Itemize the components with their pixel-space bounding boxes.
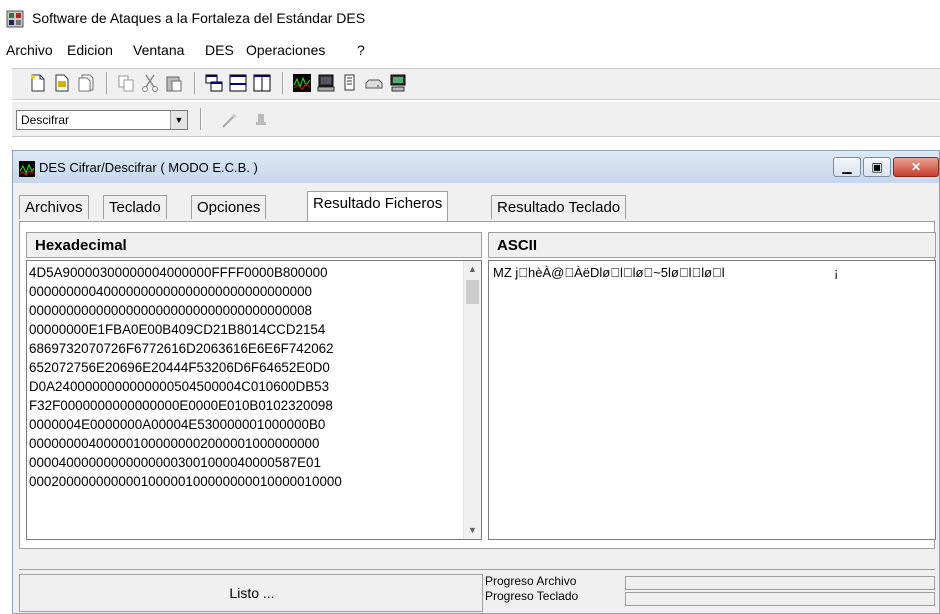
hex-line: 4D5A90000300000004000000FFFF0000B800000 [29,265,328,280]
hex-line: 00000000E1FBA0E00B409CD21B8014CCD2154 [29,322,326,337]
paste-icon[interactable] [164,73,184,93]
hex-line: 00000000000000000000000000000000000008 [29,303,312,318]
menu-operaciones[interactable]: Operaciones [246,42,325,58]
des-icon[interactable] [292,73,312,93]
scrollbar-thumb[interactable] [466,280,479,304]
toolbar-separator [282,72,284,94]
ascii-text: MZ j hèÀ@ ÀëDlø l lø ~5lø l lø l [493,265,725,280]
menu-edicion[interactable]: Edicion [67,42,113,58]
menu-bar: Archivo Edicion Ventana DES Operaciones … [0,40,940,62]
status-message-panel: Listo ... [19,574,483,612]
toolbar-separator [194,72,196,94]
tile-vertical-icon[interactable] [252,73,272,93]
menu-archivo[interactable]: Archivo [6,42,53,58]
hex-line: 6869732070726F6772616D2063616E6E6F742062 [29,341,334,356]
document-icon[interactable] [340,73,360,93]
progress-labels: Progreso Archivo Progreso Teclado [485,574,578,604]
hex-line: 0000004E0000000A00004E530000001000000B0 [29,417,326,432]
progress-teclado-bar [625,592,935,606]
hex-line: F32F0000000000000000E0000E010B0102320098 [29,398,333,413]
window-titlebar[interactable]: DES Cifrar/Descifrar ( MODO E.C.B. ) ▁ ▣… [13,151,939,183]
progress-teclado-label: Progreso Teclado [485,589,579,603]
hex-line: 652072756E20696E20444F53206D6F64652E0D0 [29,360,330,375]
tab-opciones[interactable]: Opciones [191,195,267,219]
app-icon [6,10,24,28]
minimize-button[interactable]: ▁ [833,157,861,177]
hex-line: 000040000000000000003001000040000587E01 [29,455,321,470]
stamp-icon[interactable] [252,110,272,130]
hex-textarea[interactable]: 4D5A90000300000004000000FFFF0000B800000 … [26,260,482,540]
hex-scrollbar[interactable]: ▲ ▼ [463,261,481,539]
toolbar-separator [106,72,108,94]
maximize-button[interactable]: ▣ [863,157,891,177]
tab-resultado-teclado[interactable]: Resultado Teclado [491,195,627,219]
progress-archivo-bar [625,576,935,590]
status-bar: Listo ... Progreso Archivo Progreso Tecl… [19,569,935,614]
mode-select-value: Descifrar [21,113,70,127]
cascade-icon[interactable] [204,73,224,93]
hex-line: 0002000000000001000001000000000100000100… [29,474,342,489]
wand-icon[interactable] [220,110,240,130]
cut-icon[interactable] [140,73,160,93]
tab-teclado[interactable]: Teclado [103,195,167,219]
hex-header: Hexadecimal [26,232,482,258]
app-title: Software de Ataques a la Fortaleza del E… [32,10,366,26]
chevron-down-icon[interactable]: ▼ [170,111,187,129]
main-toolbar [12,68,940,100]
des-window: DES Cifrar/Descifrar ( MODO E.C.B. ) ▁ ▣… [12,150,940,614]
status-message: Listo ... [229,585,275,601]
computer-icon[interactable] [388,73,408,93]
new-icon[interactable] [28,73,48,93]
minimize-icon: ▁ [842,160,852,174]
open-icon[interactable] [52,73,72,93]
tab-resultado-ficheros[interactable]: Resultado Ficheros [307,191,449,221]
monitor-icon[interactable] [316,73,336,93]
window-title: DES Cifrar/Descifrar ( MODO E.C.B. ) [39,160,258,175]
tile-horizontal-icon[interactable] [228,73,248,93]
menu-help[interactable]: ? [357,42,365,58]
hex-line: 000000004000001000000002000001000000000 [29,436,320,451]
ascii-textarea[interactable]: MZ j hèÀ@ ÀëDlø l lø ~5lø l lø l ¡ [488,260,936,540]
maximize-icon: ▣ [871,160,883,174]
ascii-header: ASCII [488,232,936,258]
menu-des[interactable]: DES [205,42,234,58]
hex-line: 00000000040000000000000000000000000000 [29,284,312,299]
ascii-extra-char: ¡ [834,265,839,280]
menu-ventana[interactable]: Ventana [133,42,184,58]
tab-archivos[interactable]: Archivos [19,195,89,219]
copy-icon[interactable] [116,73,136,93]
toolbar-separator [200,108,202,130]
save-icon[interactable] [76,73,96,93]
resultado-ficheros-panel: Hexadecimal ASCII 4D5A900003000000040000… [19,221,936,549]
app-titlebar: Software de Ataques a la Fortaleza del E… [0,0,940,36]
chevron-up-icon[interactable]: ▲ [464,261,481,278]
chevron-down-icon[interactable]: ▼ [464,522,481,539]
close-button[interactable]: ✕ [893,157,939,177]
drive-icon[interactable] [364,73,384,93]
close-icon: ✕ [910,160,922,174]
mode-select[interactable]: Descifrar ▼ [16,110,188,130]
mode-toolbar: Descifrar ▼ [12,102,940,137]
des-icon [19,161,35,177]
hex-line: D0A2400000000000000504500004C010600DB53 [29,379,330,394]
progress-archivo-label: Progreso Archivo [485,574,577,588]
